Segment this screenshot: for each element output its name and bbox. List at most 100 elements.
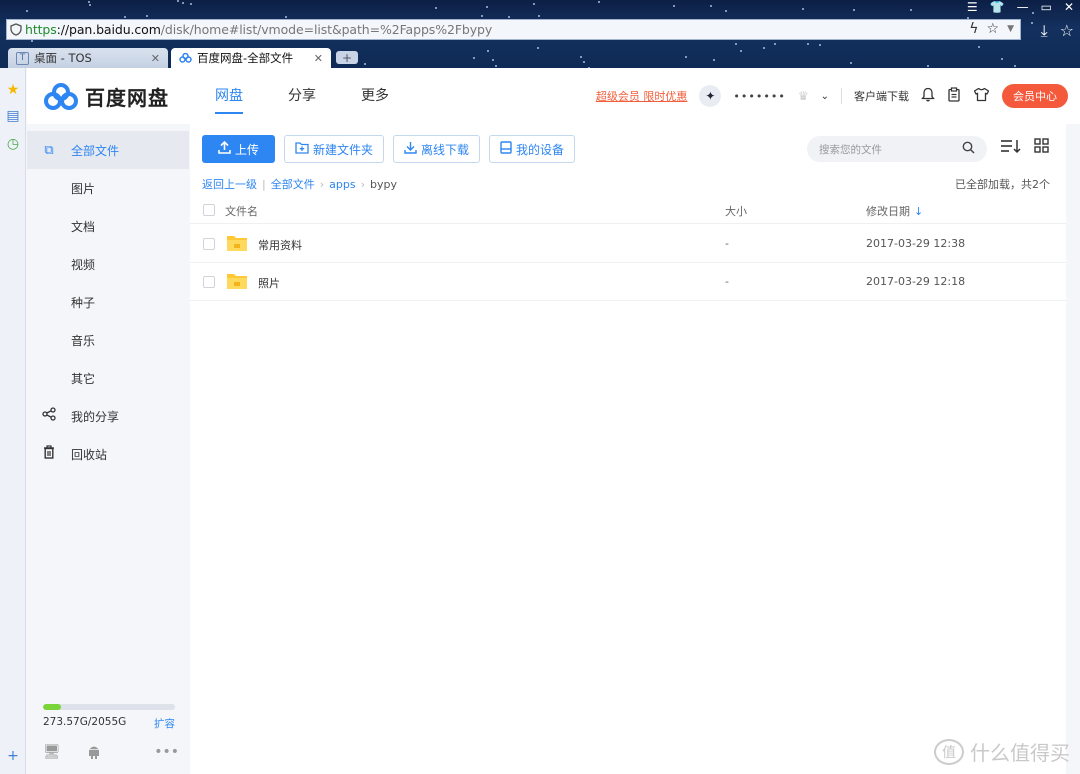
vip-center-button[interactable]: 会员中心 bbox=[1002, 84, 1068, 108]
upload-icon bbox=[218, 140, 231, 157]
column-size[interactable]: 大小 bbox=[725, 203, 747, 219]
nav-share[interactable]: 分享 bbox=[288, 68, 316, 124]
file-size: - bbox=[725, 237, 729, 250]
sidebar-item-recycle-bin[interactable]: 回收站 bbox=[27, 435, 189, 473]
search-icon[interactable] bbox=[962, 141, 975, 158]
tab-bar: T 桌面 - TOS ✕ 百度网盘-全部文件 ✕ + bbox=[8, 48, 358, 68]
background-star bbox=[819, 44, 821, 46]
select-all-checkbox[interactable] bbox=[203, 204, 215, 216]
dropdown-icon[interactable]: ▼ bbox=[1007, 24, 1014, 34]
reading-list-icon[interactable]: ▤ bbox=[5, 108, 21, 124]
table-row[interactable]: 照片 - 2017-03-29 12:18 bbox=[190, 263, 1066, 301]
address-bar[interactable]: https://pan.baidu.com/disk/home#list/vmo… bbox=[6, 19, 1021, 40]
chevron-down-icon[interactable]: ⌄ bbox=[821, 91, 829, 102]
brand-name: 百度网盘 bbox=[85, 86, 169, 110]
sidebar-item-other[interactable]: 其它 bbox=[27, 359, 189, 397]
file-size: - bbox=[725, 275, 729, 288]
baidu-cloud-icon bbox=[179, 53, 192, 63]
close-tab-icon[interactable]: ✕ bbox=[151, 52, 160, 65]
load-status: 已全部加载，共2个 bbox=[955, 178, 1050, 191]
shield-icon bbox=[7, 20, 25, 39]
logo[interactable]: 百度网盘 bbox=[43, 82, 169, 111]
bookmark-star-icon[interactable]: ☆ bbox=[987, 21, 1000, 37]
column-modified[interactable]: 修改日期 ↓ bbox=[866, 203, 923, 219]
sidebar-item-videos[interactable]: 视频 bbox=[27, 245, 189, 283]
file-name[interactable]: 常用资料 bbox=[258, 237, 302, 253]
quota-text: 273.57G/2055G bbox=[43, 716, 127, 728]
url-text: https://pan.baidu.com/disk/home#list/vmo… bbox=[25, 22, 493, 37]
avatar[interactable]: ✦ bbox=[699, 85, 722, 107]
background-star bbox=[88, 1, 90, 3]
menu-icon[interactable]: ☰ bbox=[967, 0, 978, 14]
android-icon[interactable] bbox=[87, 744, 101, 763]
background-star bbox=[725, 10, 727, 12]
maximize-icon[interactable]: ▭ bbox=[1041, 0, 1052, 14]
sidebar-item-documents[interactable]: 文档 bbox=[27, 207, 189, 245]
username[interactable]: ••••••• bbox=[733, 90, 785, 103]
close-tab-icon[interactable]: ✕ bbox=[314, 52, 323, 65]
promo-link[interactable]: 超级会员 限时优惠 bbox=[596, 88, 688, 104]
bell-icon[interactable] bbox=[921, 87, 935, 106]
tos-favicon-icon: T bbox=[16, 51, 29, 65]
files-icon: ⧉ bbox=[44, 142, 54, 158]
favorites-star-icon[interactable]: ★ bbox=[5, 82, 21, 98]
new-tab-button[interactable]: + bbox=[336, 51, 358, 65]
favorites-icon[interactable]: ☆ bbox=[1060, 21, 1074, 41]
nav-more[interactable]: 更多 bbox=[361, 68, 389, 124]
skin-icon[interactable]: 👕 bbox=[990, 0, 1005, 14]
background-star bbox=[435, 7, 437, 9]
breadcrumb-root[interactable]: 全部文件 bbox=[271, 176, 315, 192]
expand-storage-link[interactable]: 扩容 bbox=[154, 716, 175, 731]
back-link[interactable]: 返回上一级 bbox=[202, 176, 257, 192]
sidebar-item-torrents[interactable]: 种子 bbox=[27, 283, 189, 321]
more-icon[interactable]: ••• bbox=[154, 744, 179, 763]
background-star bbox=[927, 65, 929, 67]
row-checkbox[interactable] bbox=[203, 238, 215, 250]
tab-baidu-pan[interactable]: 百度网盘-全部文件 ✕ bbox=[171, 48, 331, 68]
desktop-icon[interactable]: 🖥 bbox=[43, 744, 61, 763]
sort-desc-icon: ↓ bbox=[914, 205, 924, 218]
offline-download-button[interactable]: 离线下载 bbox=[393, 135, 481, 163]
background-star bbox=[978, 46, 980, 48]
client-download-link[interactable]: 客户端下载 bbox=[841, 88, 909, 104]
sort-icon[interactable] bbox=[1000, 138, 1022, 158]
nav-netdisk[interactable]: 网盘 bbox=[215, 68, 243, 124]
my-devices-button[interactable]: 我的设备 bbox=[489, 135, 576, 163]
new-folder-button[interactable]: 新建文件夹 bbox=[284, 135, 385, 163]
clipboard-icon[interactable] bbox=[947, 86, 961, 106]
background-star bbox=[31, 40, 33, 42]
sidebar-item-label: 回收站 bbox=[71, 447, 108, 462]
minimize-icon[interactable]: — bbox=[1017, 0, 1029, 14]
browser-chrome: ☰ 👕 — ▭ ✕ https://pan.baidu.com/disk/hom… bbox=[0, 0, 1080, 68]
offline-download-label: 离线下载 bbox=[421, 142, 470, 157]
file-name[interactable]: 照片 bbox=[258, 275, 280, 291]
breadcrumb-separator: › bbox=[319, 177, 325, 191]
upload-button[interactable]: 上传 bbox=[202, 135, 275, 163]
background-star bbox=[26, 10, 28, 12]
table-row[interactable]: 常用资料 - 2017-03-29 12:38 bbox=[190, 225, 1066, 263]
add-icon[interactable]: + bbox=[5, 748, 21, 764]
lightning-icon[interactable]: ϟ bbox=[969, 21, 978, 37]
breadcrumb-apps[interactable]: apps bbox=[329, 178, 355, 191]
grid-view-icon[interactable] bbox=[1034, 138, 1049, 158]
background-star bbox=[177, 0, 179, 2]
row-checkbox[interactable] bbox=[203, 276, 215, 288]
background-star bbox=[89, 4, 91, 6]
history-clock-icon[interactable]: ◷ bbox=[5, 136, 21, 152]
crown-icon: ♛ bbox=[797, 89, 809, 103]
sidebar-item-images[interactable]: 图片 bbox=[27, 169, 189, 207]
tshirt-icon[interactable] bbox=[973, 87, 990, 106]
tab-tos[interactable]: T 桌面 - TOS ✕ bbox=[8, 48, 168, 68]
sidebar-item-my-share[interactable]: 我的分享 bbox=[27, 397, 189, 435]
sidebar-item-music[interactable]: 音乐 bbox=[27, 321, 189, 359]
background-star bbox=[774, 43, 776, 45]
background-star bbox=[190, 3, 192, 5]
sidebar-item-all-files[interactable]: ⧉ 全部文件 bbox=[27, 131, 189, 169]
column-name[interactable]: 文件名 bbox=[225, 203, 258, 219]
download-icon[interactable]: ⤓ bbox=[1041, 21, 1048, 41]
smzdm-logo-icon: 值 bbox=[934, 738, 964, 765]
background-star bbox=[673, 5, 675, 7]
close-icon[interactable]: ✕ bbox=[1064, 0, 1074, 14]
search-input[interactable]: 搜索您的文件 bbox=[807, 136, 987, 162]
quota-bar-fill bbox=[43, 704, 61, 710]
